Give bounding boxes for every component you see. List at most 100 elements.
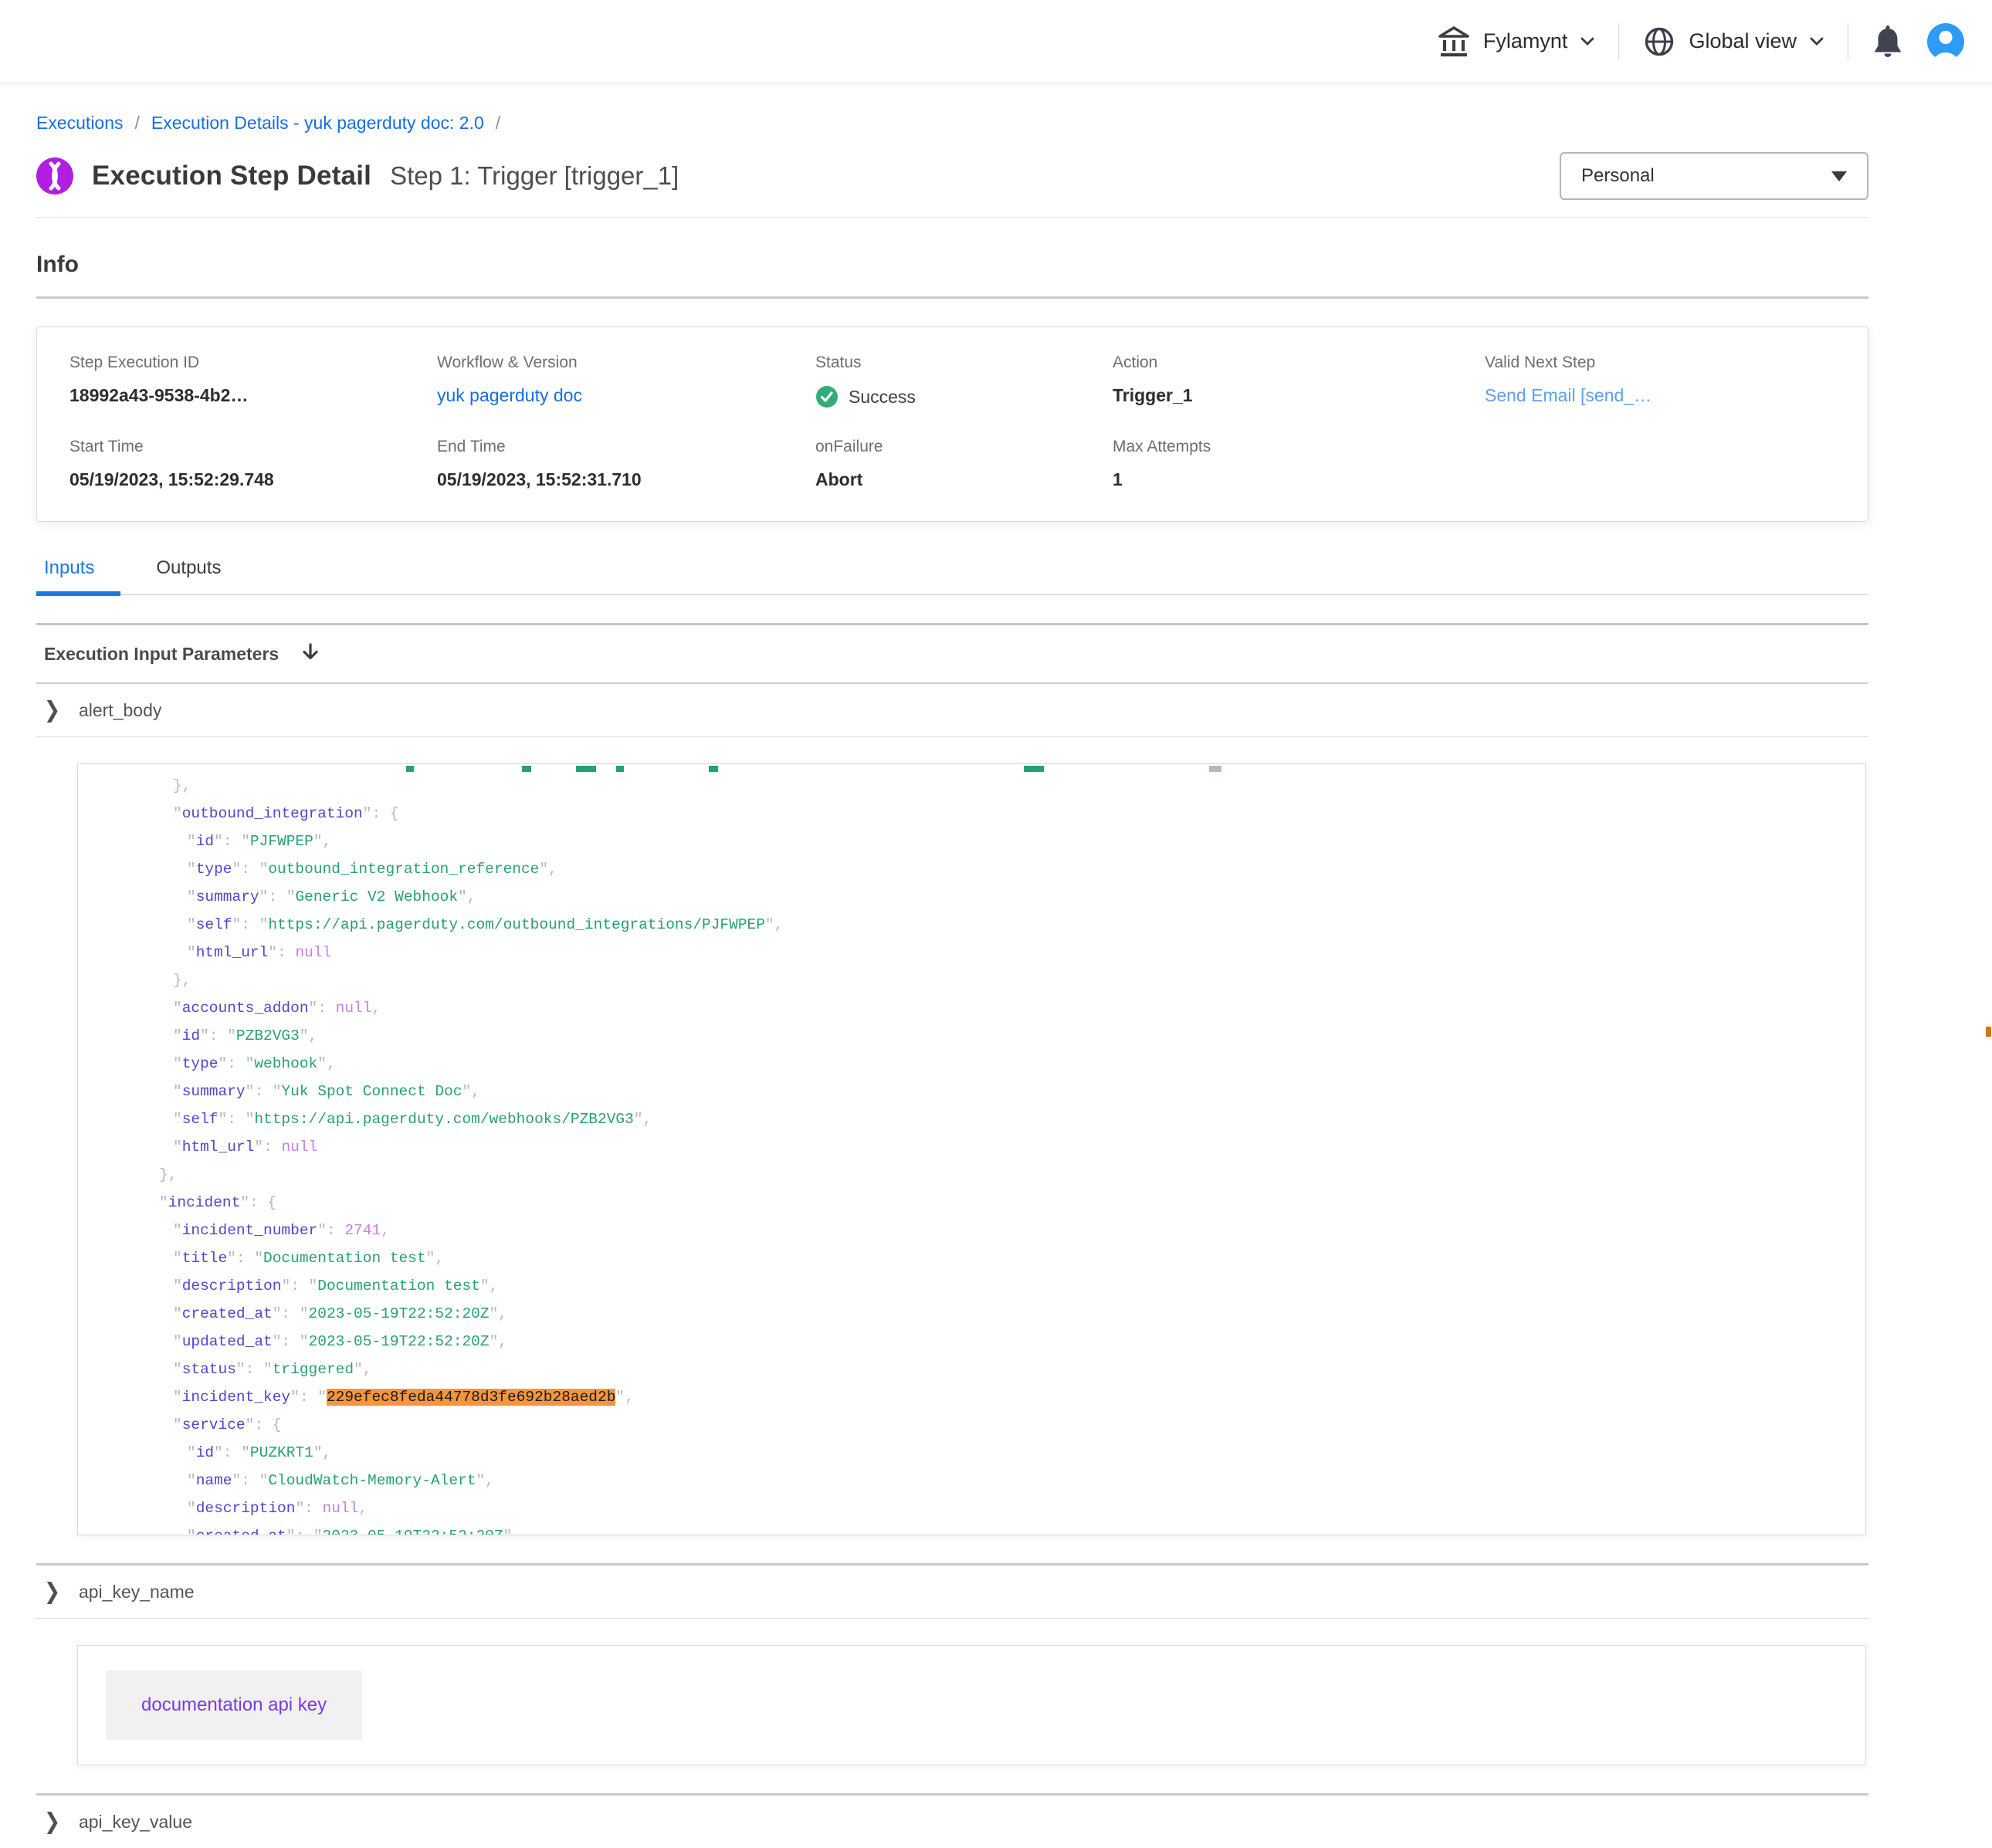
page-subtitle: Step 1: Trigger [trigger_1]: [390, 161, 679, 191]
code-line: "description": "Documentation test",: [113, 1272, 1865, 1300]
download-icon[interactable]: [300, 643, 320, 665]
workflow-logo-icon: [36, 157, 73, 195]
caret-down-icon: [1831, 171, 1847, 181]
status-text: Success: [849, 387, 916, 408]
code-line: "incident_key": "229efec8feda44778d3fe69…: [113, 1383, 1865, 1411]
code-line: "id": "PUZKRT1",: [113, 1439, 1865, 1467]
api-key-name-card: documentation api key: [77, 1645, 1866, 1765]
scrollbar-highlight-mark[interactable]: [1986, 1027, 1991, 1037]
field-label: onFailure: [815, 438, 1113, 456]
info-card: Step Execution ID18992a43-9538-4b2…Workf…: [36, 327, 1868, 522]
code-line: },: [113, 966, 1865, 994]
breadcrumb-link[interactable]: Execution Details - yuk pagerduty doc: 2…: [151, 113, 484, 134]
params-heading: Execution Input Parameters: [44, 644, 279, 665]
field-value: Success: [815, 385, 1113, 408]
success-check-icon: [815, 385, 838, 408]
code-line: "html_url": null: [113, 1133, 1865, 1161]
chevron-right-icon: ❯: [44, 1579, 60, 1606]
breadcrumb: Executions / Execution Details - yuk pager…: [36, 113, 1868, 134]
view-switcher[interactable]: Global view: [1642, 25, 1824, 59]
code-line: "id": "PJFWPEP",: [113, 828, 1865, 855]
code-line: "service": {: [113, 1411, 1865, 1439]
top-bar: Fylamynt Global view: [0, 0, 1992, 83]
breadcrumb-link[interactable]: Executions: [36, 113, 124, 134]
code-line: "incident_number": 2741,: [113, 1217, 1865, 1244]
notifications-bell-icon[interactable]: [1872, 24, 1904, 59]
tab-bar: Inputs Outputs: [36, 557, 1868, 595]
code-line: "description": null,: [113, 1494, 1865, 1522]
alert-body-json-viewer[interactable]: },"outbound_integration": {"id": "PJFWPE…: [77, 763, 1866, 1535]
info-field: Max Attempts 1: [1113, 438, 1485, 490]
code-line: "type": "outbound_integration_reference"…: [113, 855, 1865, 883]
code-line: "summary": "Yuk Spot Connect Doc",: [113, 1078, 1865, 1105]
code-line: "name": "CloudWatch-Memory-Alert",: [113, 1467, 1865, 1494]
field-value: 05/19/2023, 15:52:29.748: [69, 469, 437, 490]
param-name: alert_body: [79, 700, 161, 721]
code-line: "self": "https://api.pagerduty.com/outbo…: [113, 911, 1865, 939]
field-label: Status: [815, 354, 1113, 372]
code-line: "status": "triggered",: [113, 1356, 1865, 1383]
info-field: Start Time 05/19/2023, 15:52:29.748: [69, 438, 437, 490]
info-field: End Time 05/19/2023, 15:52:31.710: [437, 438, 815, 490]
field-label: Valid Next Step: [1485, 354, 1835, 372]
info-field: Workflow & Versionyuk pagerduty doc: [437, 354, 815, 408]
org-label: Fylamynt: [1483, 29, 1568, 53]
page-title: Execution Step Detail: [92, 161, 371, 191]
field-value: 05/19/2023, 15:52:31.710: [437, 469, 815, 490]
breadcrumb-separator: /: [496, 113, 500, 134]
field-value: Send Email [send_…: [1485, 385, 1835, 406]
scope-select-value: Personal: [1581, 165, 1655, 187]
param-section-api-key-value[interactable]: ❯ api_key_value: [36, 1796, 1868, 1848]
api-key-name-chip[interactable]: documentation api key: [106, 1670, 362, 1740]
info-field: onFailure Abort: [815, 438, 1113, 490]
code-line: "self": "https://api.pagerduty.com/webho…: [113, 1105, 1865, 1133]
code-line: "incident": {: [113, 1189, 1865, 1217]
clipped-code-line: [113, 764, 1865, 772]
code-content: },"outbound_integration": {"id": "PJFWPE…: [113, 772, 1865, 1535]
execution-input-parameters-header: Execution Input Parameters: [36, 623, 1868, 684]
field-value: 1: [1113, 469, 1485, 490]
field-value-link[interactable]: Send Email [send_…: [1485, 385, 1652, 405]
view-label: Global view: [1689, 29, 1797, 53]
breadcrumb-separator: /: [135, 113, 140, 134]
code-line: "type": "webhook",: [113, 1050, 1865, 1078]
tab-outputs[interactable]: Outputs: [148, 557, 247, 596]
divider: [36, 217, 1868, 218]
param-name: api_key_name: [79, 1582, 195, 1603]
divider: [1618, 23, 1619, 60]
code-line: "id": "PZB2VG3",: [113, 1022, 1865, 1050]
field-label: Max Attempts: [1113, 438, 1485, 456]
code-line: "updated_at": "2023-05-19T22:52:20Z",: [113, 1328, 1865, 1356]
tab-inputs[interactable]: Inputs: [36, 557, 120, 596]
code-line: "created_at": "2023-05-19T22:52:20Z",: [113, 1300, 1865, 1328]
field-value: Abort: [815, 469, 1113, 490]
chevron-down-icon: [1580, 36, 1595, 47]
field-value: 18992a43-9538-4b2…: [69, 385, 437, 406]
chevron-right-icon: ❯: [44, 697, 60, 724]
code-line: },: [113, 772, 1865, 800]
field-label: Start Time: [69, 438, 437, 456]
chevron-down-icon: [1809, 36, 1824, 47]
globe-icon: [1642, 25, 1676, 59]
code-line: "accounts_addon": null,: [113, 994, 1865, 1022]
field-value-link[interactable]: yuk pagerduty doc: [437, 385, 582, 405]
page-title-row: Execution Step Detail Step 1: Trigger [t…: [36, 152, 1868, 200]
field-label: Action: [1113, 354, 1485, 372]
code-line: "outbound_integration": {: [113, 800, 1865, 828]
info-field: Status Success: [815, 354, 1113, 408]
code-line: "html_url": null: [113, 939, 1865, 966]
info-field: Action Trigger_1: [1113, 354, 1485, 408]
param-section-alert-body[interactable]: ❯ alert_body: [36, 684, 1868, 737]
code-line: },: [113, 1161, 1865, 1189]
scope-select[interactable]: Personal: [1560, 152, 1868, 200]
field-label: End Time: [437, 438, 815, 456]
user-avatar[interactable]: [1927, 23, 1964, 60]
chevron-right-icon: ❯: [44, 1809, 60, 1836]
param-section-api-key-name[interactable]: ❯ api_key_name: [36, 1565, 1868, 1619]
param-name: api_key_value: [79, 1812, 192, 1833]
org-switcher[interactable]: Fylamynt: [1437, 25, 1596, 59]
info-heading: Info: [36, 252, 1868, 278]
field-value: Trigger_1: [1113, 385, 1485, 406]
field-value: yuk pagerduty doc: [437, 385, 815, 406]
divider: [36, 296, 1868, 299]
